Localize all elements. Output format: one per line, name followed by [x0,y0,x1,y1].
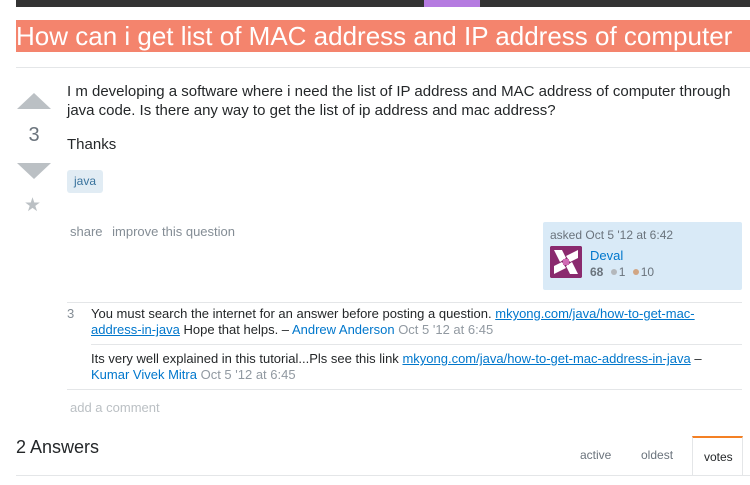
owner-card: asked Oct 5 '12 at 6:42 Deval 68 1 10 [543,222,742,290]
silver-badge-icon [610,269,617,276]
comment-body: Its very well explained in this tutorial… [91,351,742,383]
question-paragraph: Thanks [67,136,117,153]
tab-votes-label: votes [704,450,733,464]
question-paragraph: I m developing a software where i need t… [67,83,731,119]
comment-text: Its very well explained in this tutorial… [91,351,399,366]
favorite-star-icon[interactable]: ★ [24,196,41,216]
comment-user-link[interactable]: Kumar Vivek Mitra [91,367,197,382]
user-name-link[interactable]: Deval [590,248,623,263]
bronze-badge-count: 10 [640,265,655,279]
answers-heading: 2 Answers [16,437,100,457]
top-banner-accent [424,0,480,7]
tag-java[interactable]: java [67,170,104,193]
asked-date: asked Oct 5 '12 at 6:42 [550,228,674,242]
comment-text: You must search the internet for an answ… [91,306,492,321]
tab-votes[interactable]: votes [692,436,743,476]
answers-divider [16,475,750,476]
comments-divider [67,302,742,303]
comment-date[interactable]: Oct 5 '12 at 6:45 [201,367,296,382]
user-reputation: 68 1 10 [590,265,654,279]
comment-score: 3 [67,306,75,321]
upvote-arrow-icon[interactable] [17,93,51,109]
silver-badge-count: 1 [618,265,626,279]
question-body: I m developing a software where i need t… [67,82,742,169]
comment-suffix: Hope that helps. – [183,322,290,337]
improve-question-link[interactable]: improve this question [112,224,235,239]
comment-user-link[interactable]: Andrew Anderson [292,322,395,337]
comments-bottom-divider [67,389,742,390]
comment-link[interactable]: mkyong.com/java/how-to-get-mac-address-i… [402,351,690,366]
reputation-score: 68 [590,265,604,279]
comment-suffix: – [694,351,702,366]
comment-date[interactable]: Oct 5 '12 at 6:45 [398,322,493,337]
top-banner [16,0,750,7]
post-menu: share improve this question [70,224,241,239]
comment-body: You must search the internet for an answ… [91,306,742,338]
add-comment-link[interactable]: add a comment [70,400,160,415]
avatar[interactable] [550,246,582,278]
comment-divider [91,344,742,345]
bronze-badge-icon [632,269,639,276]
title-divider [16,67,750,68]
vote-count: 3 [28,124,40,146]
downvote-arrow-icon[interactable] [17,163,51,179]
tab-oldest[interactable]: oldest [641,448,673,462]
tab-active-sort[interactable]: active [580,448,611,462]
share-link[interactable]: share [70,224,103,239]
question-title[interactable]: How can i get list of MAC address and IP… [16,20,750,52]
